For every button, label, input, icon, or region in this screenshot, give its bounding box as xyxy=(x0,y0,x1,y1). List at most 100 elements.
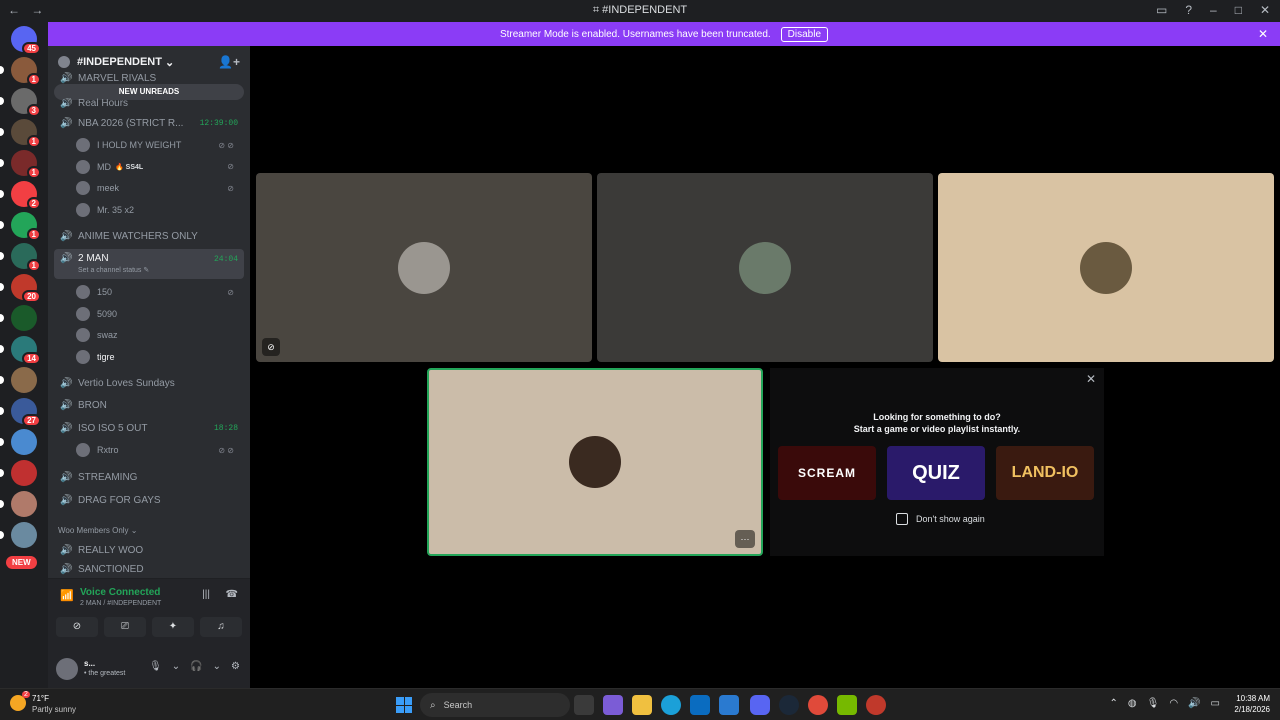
channel-real-hours[interactable]: 🔊 Real Hours xyxy=(54,98,244,108)
voice-user[interactable]: 5090 xyxy=(76,305,242,323)
checkbox[interactable] xyxy=(896,513,908,525)
server-icon[interactable] xyxy=(0,367,37,393)
volume-icon[interactable]: 🔊 xyxy=(1188,698,1200,709)
signal-icon[interactable]: 📶 xyxy=(60,589,74,602)
channel-drag[interactable]: 🔊 DRAG FOR GAYS xyxy=(54,490,244,510)
screen-share-button[interactable]: ⎚ xyxy=(104,617,146,637)
edge-browser-icon[interactable] xyxy=(661,695,681,715)
microphone-icon[interactable]: 🎙 xyxy=(149,661,162,672)
new-servers-pill[interactable]: NEW xyxy=(6,556,37,569)
minimize-button[interactable]: – xyxy=(1210,3,1217,17)
speaking-participant-tile[interactable]: ··· xyxy=(427,368,763,556)
voice-user[interactable]: tigre xyxy=(76,348,242,366)
maximize-button[interactable]: □ xyxy=(1235,3,1242,17)
channel-iso[interactable]: 🔊 ISO ISO 5 OUT 18:28 xyxy=(54,418,244,438)
steam-icon[interactable] xyxy=(779,695,799,715)
dont-show-again[interactable]: Don't show again xyxy=(896,513,985,525)
gear-icon[interactable]: ⚙ xyxy=(231,661,240,672)
voice-user[interactable]: Rxtro ⊘ ⊘ xyxy=(76,441,242,459)
channel-marvel[interactable]: 🔊 MARVEL RIVALS xyxy=(54,72,244,84)
server-icon[interactable]: 1 xyxy=(0,119,41,148)
server-icon[interactable]: 14 xyxy=(0,336,41,365)
server-icon[interactable] xyxy=(0,491,37,517)
file-explorer-icon[interactable] xyxy=(632,695,652,715)
server-icon[interactable] xyxy=(0,305,37,331)
channel-really-woo[interactable]: 🔊 REALLY WOO xyxy=(54,540,244,560)
nvidia-icon[interactable] xyxy=(837,695,857,715)
voice-user[interactable]: I HOLD MY WEIGHT ⊘ ⊘ xyxy=(76,136,242,154)
server-icon[interactable] xyxy=(0,460,37,486)
server-icon[interactable]: 2 xyxy=(0,181,41,210)
server-icon[interactable]: 3 xyxy=(0,88,41,117)
taskbar-search[interactable]: ⌕ Search xyxy=(420,693,570,717)
camera-button[interactable]: ⊘ xyxy=(56,617,98,637)
chevron-up-icon[interactable]: ⌃ xyxy=(1110,698,1118,709)
chevron-down-icon[interactable]: ⌄ xyxy=(213,661,221,672)
server-icon[interactable]: 27 xyxy=(0,398,41,427)
headphones-icon[interactable]: 🎧 xyxy=(190,661,202,672)
activity-scream[interactable]: SCREAM xyxy=(778,446,876,500)
close-window-button[interactable]: ✕ xyxy=(1260,3,1270,17)
channel-streaming[interactable]: 🔊 STREAMING xyxy=(54,467,244,487)
network-icon[interactable]: ◍ xyxy=(1128,698,1137,709)
chrome-icon[interactable] xyxy=(808,695,828,715)
channel-vertio[interactable]: 🔊 Vertio Loves Sundays xyxy=(54,373,244,393)
battery-icon[interactable]: ▭ xyxy=(1211,698,1220,709)
category-woo-members[interactable]: Woo Members Only ⌄ xyxy=(58,526,137,535)
close-icon[interactable]: ✕ xyxy=(1086,372,1096,386)
inbox-icon[interactable]: ▭ xyxy=(1156,3,1167,17)
store-icon[interactable] xyxy=(690,695,710,715)
voice-user[interactable]: Mr. 35 x2 xyxy=(76,201,242,219)
server-icon[interactable]: 45 xyxy=(11,26,41,55)
server-icon[interactable]: 1 xyxy=(0,57,41,86)
disconnect-icon[interactable]: ☎ xyxy=(226,589,238,600)
disable-streamer-mode-button[interactable]: Disable xyxy=(780,26,829,42)
outlook-icon[interactable] xyxy=(719,695,739,715)
channel-2-man[interactable]: 🔊 2 MAN 24:04 Set a channel status ✎ xyxy=(54,249,244,279)
channel-nba[interactable]: 🔊 NBA 2026 (STRICT R... 12:39:00 xyxy=(54,113,244,133)
help-icon[interactable]: ? xyxy=(1185,3,1192,17)
server-icon[interactable] xyxy=(0,429,37,455)
voice-user[interactable]: meek ⊘ xyxy=(76,179,242,197)
activity-button[interactable]: ✦ xyxy=(152,617,194,637)
server-icon[interactable]: 1 xyxy=(0,212,41,241)
server-icon[interactable]: 20 xyxy=(0,274,41,303)
channel-name: NBA 2026 (STRICT R... xyxy=(78,117,184,129)
invite-people-icon[interactable]: 👤+ xyxy=(218,55,240,69)
discord-icon[interactable] xyxy=(750,695,770,715)
activity-land-io[interactable]: LAND-IO xyxy=(996,446,1094,500)
participant-tile[interactable] xyxy=(938,173,1274,362)
task-view-icon[interactable] xyxy=(574,695,594,715)
voice-user[interactable]: swaz xyxy=(76,326,242,344)
microphone-tray-icon[interactable]: 🎙 xyxy=(1147,698,1160,709)
voice-user[interactable]: MD 🔥 SS4L ⊘ xyxy=(76,158,242,176)
participant-tile[interactable] xyxy=(597,173,933,362)
close-banner-icon[interactable]: ✕ xyxy=(1258,27,1268,41)
chevron-down-icon[interactable]: ⌄ xyxy=(172,661,180,672)
server-icon[interactable]: 1 xyxy=(0,150,41,179)
channel-anime[interactable]: 🔊 ANIME WATCHERS ONLY xyxy=(54,226,244,246)
clock[interactable]: 10:38 AM 2/18/2026 xyxy=(1234,693,1270,715)
widgets-app-icon[interactable] xyxy=(603,695,623,715)
chevron-down-icon: ⌄ xyxy=(161,56,175,69)
unread-indicator xyxy=(0,128,4,136)
soundboard-button[interactable]: ♫ xyxy=(200,617,242,637)
voice-location[interactable]: 2 MAN / #INDEPENDENT xyxy=(80,600,161,607)
more-options-icon[interactable]: ··· xyxy=(735,530,755,548)
activity-quiz[interactable]: QUIZ xyxy=(887,446,985,500)
app-icon[interactable] xyxy=(866,695,886,715)
server-icon[interactable]: 1 xyxy=(0,243,41,272)
channel-bron[interactable]: 🔊 BRON xyxy=(54,395,244,415)
channel-sanctioned[interactable]: 🔊 SANCTIONED xyxy=(54,562,244,576)
voice-user[interactable]: 150 ⊘ xyxy=(76,283,242,301)
voice-status[interactable]: Voice Connected xyxy=(80,587,160,598)
mention-badge: 14 xyxy=(22,352,41,365)
windows-start-icon[interactable] xyxy=(396,697,412,713)
server-icon[interactable] xyxy=(0,522,37,548)
channel-status[interactable]: Set a channel status ✎ xyxy=(78,266,149,274)
avatar[interactable] xyxy=(56,658,78,680)
participant-tile[interactable]: ⊘ xyxy=(256,173,592,362)
voice-action-buttons: ⊘ ⎚ ✦ ♫ xyxy=(56,617,242,637)
wifi-icon[interactable]: ◠ xyxy=(1169,698,1178,709)
noise-suppression-icon[interactable]: ||| xyxy=(202,589,210,600)
